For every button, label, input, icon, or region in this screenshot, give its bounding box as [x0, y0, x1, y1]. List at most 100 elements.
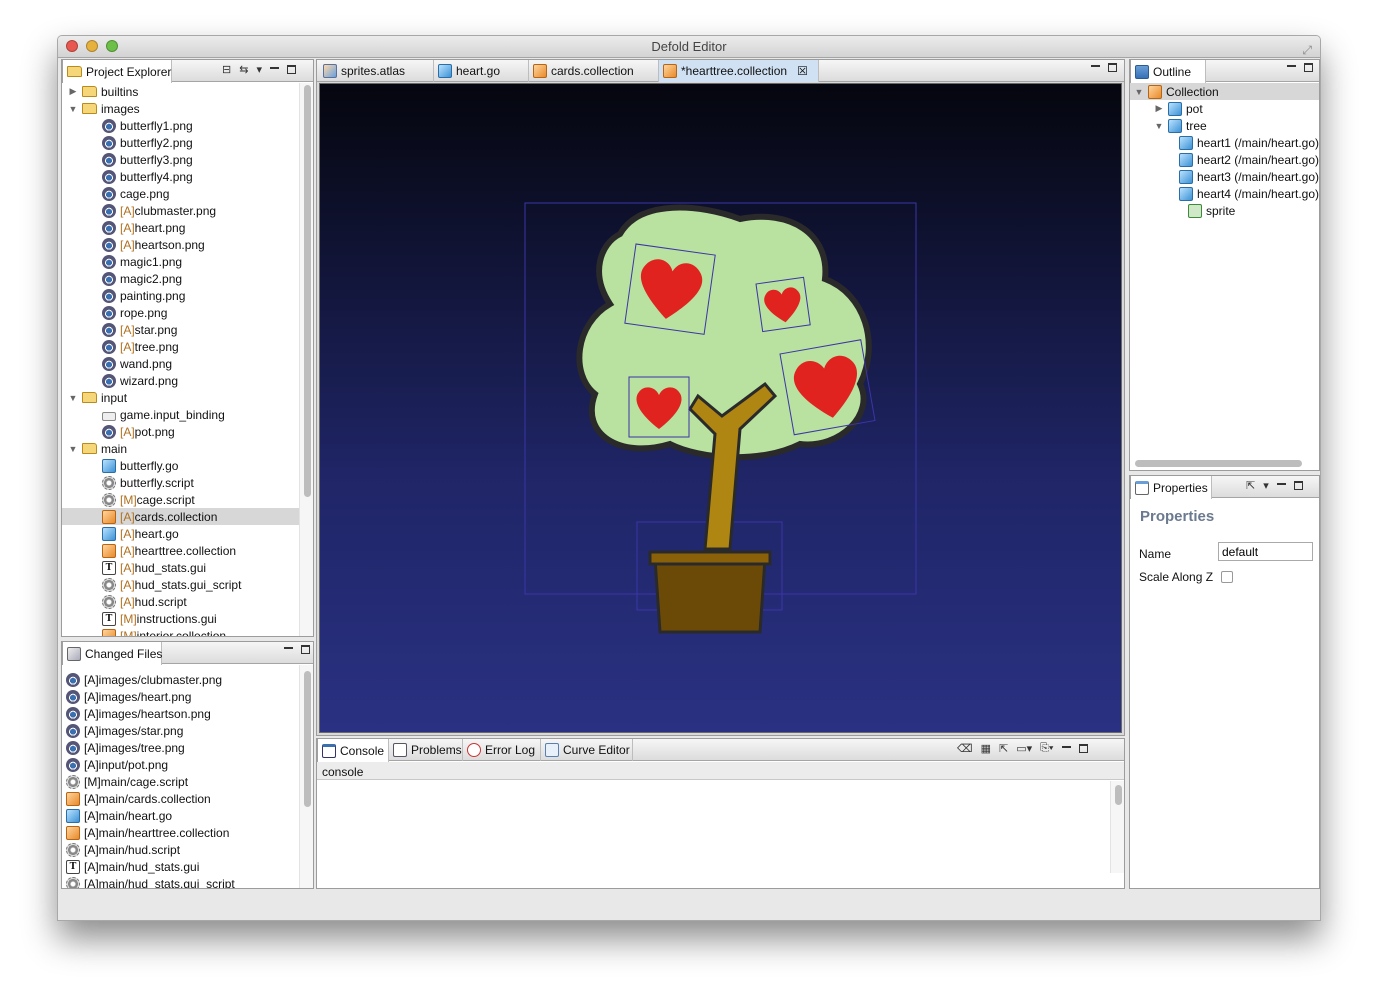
changed-file-item[interactable]: [A]images/heart.png — [62, 688, 299, 705]
tree-item[interactable]: butterfly.go — [62, 457, 299, 474]
expand-arrow-icon[interactable]: ▼ — [68, 104, 78, 114]
changed-file-item[interactable]: [A]images/star.png — [62, 722, 299, 739]
changed-file-item[interactable]: [A]images/tree.png — [62, 739, 299, 756]
tab-project-explorer[interactable]: Project Explorer — [62, 60, 172, 83]
expand-arrow-icon[interactable]: ▶ — [68, 86, 78, 97]
tree-item[interactable]: [A]heartson.png — [62, 236, 299, 253]
clear-console-icon[interactable]: ⌫ — [957, 742, 973, 755]
maximize-icon[interactable] — [1078, 744, 1088, 753]
tree-item[interactable]: ▼ images — [62, 100, 299, 117]
tree-item[interactable]: painting.png — [62, 287, 299, 304]
scroll-lock-icon[interactable]: ▦ — [981, 742, 991, 755]
tree-item[interactable]: [A]hearttree.collection — [62, 542, 299, 559]
outline-item[interactable]: sprite — [1130, 202, 1319, 219]
tree-item[interactable]: game.input_binding — [62, 406, 299, 423]
open-console-icon[interactable]: ⎘▾ — [1040, 742, 1053, 755]
pin-console-icon[interactable]: ⇱ — [999, 742, 1008, 755]
expand-arrow-icon[interactable]: ▶ — [1154, 103, 1164, 114]
tree-item[interactable]: butterfly4.png — [62, 168, 299, 185]
fullscreen-icon[interactable]: ⤢ — [1302, 39, 1312, 61]
close-window-button[interactable] — [66, 40, 78, 52]
tab-properties[interactable]: Properties — [1130, 476, 1212, 499]
tree-item[interactable]: ▼ input — [62, 389, 299, 406]
outline-item[interactable]: heart2 (/main/heart.go) — [1130, 151, 1319, 168]
tree-item[interactable]: [A]heart.go — [62, 525, 299, 542]
tree-item[interactable]: [M]cage.script — [62, 491, 299, 508]
console-output[interactable] — [317, 781, 1110, 873]
outline-item[interactable]: heart1 (/main/heart.go) — [1130, 134, 1319, 151]
tree-item[interactable]: [A]pot.png — [62, 423, 299, 440]
outline-item[interactable]: ▶ pot — [1130, 100, 1319, 117]
tab-changed-files[interactable]: Changed Files — [62, 642, 162, 665]
editor-tab[interactable]: cards.collection — [529, 60, 659, 82]
changed-file-item[interactable]: [A]input/pot.png — [62, 756, 299, 773]
outline-hscroll-thumb[interactable] — [1135, 460, 1302, 467]
outline-item[interactable]: heart3 (/main/heart.go) — [1130, 168, 1319, 185]
link-editor-icon[interactable]: ⇆ — [239, 63, 248, 76]
changed-file-item[interactable]: [A]main/hud.script — [62, 841, 299, 858]
display-console-icon[interactable]: ▭▾ — [1016, 742, 1032, 755]
bottom-tab[interactable]: Error Log — [463, 739, 541, 761]
outline-item[interactable]: ▼ tree — [1130, 117, 1319, 134]
scroll-thumb[interactable] — [304, 85, 311, 497]
tree-item[interactable]: [A]hud_stats.gui_script — [62, 576, 299, 593]
minimize-icon[interactable] — [1287, 64, 1296, 67]
changed-file-item[interactable]: [A]main/hud_stats.gui_script — [62, 875, 299, 888]
maximize-icon[interactable] — [301, 645, 310, 654]
tree-item[interactable]: ▶ builtins — [62, 83, 299, 100]
tree-item[interactable]: ▼ main — [62, 440, 299, 457]
changed-file-item[interactable]: [A]images/heartson.png — [62, 705, 299, 722]
maximize-icon[interactable] — [1293, 481, 1303, 490]
tree-item[interactable]: butterfly2.png — [62, 134, 299, 151]
changed-file-item[interactable]: [A]main/cards.collection — [62, 790, 299, 807]
zoom-window-button[interactable] — [106, 40, 118, 52]
scene-view[interactable] — [319, 83, 1122, 733]
scroll-thumb[interactable] — [304, 671, 311, 807]
tree-item[interactable]: butterfly3.png — [62, 151, 299, 168]
tree-item[interactable]: butterfly1.png — [62, 117, 299, 134]
scroll-thumb[interactable] — [1115, 785, 1122, 805]
bottom-tab[interactable]: Curve Editor — [541, 739, 633, 761]
minimize-icon[interactable] — [1061, 745, 1071, 748]
tree-item[interactable]: rope.png — [62, 304, 299, 321]
outline-item[interactable]: heart4 (/main/heart.go) — [1130, 185, 1319, 202]
maximize-icon[interactable] — [286, 65, 296, 74]
scale-along-z-checkbox[interactable] — [1221, 571, 1233, 583]
minimize-icon[interactable] — [1276, 482, 1286, 485]
tree-item[interactable]: [A]tree.png — [62, 338, 299, 355]
tree-item[interactable]: [A]cards.collection — [62, 508, 299, 525]
tree-item[interactable]: cage.png — [62, 185, 299, 202]
changed-file-item[interactable]: [A]main/heart.go — [62, 807, 299, 824]
changed-files-scrollbar[interactable] — [299, 665, 313, 888]
console-scrollbar[interactable] — [1110, 781, 1124, 873]
maximize-icon[interactable] — [1304, 63, 1313, 72]
name-input[interactable] — [1218, 542, 1313, 561]
bottom-tab[interactable]: Problems — [389, 739, 463, 761]
tree-item[interactable]: wizard.png — [62, 372, 299, 389]
minimize-icon[interactable] — [269, 66, 279, 69]
tree-item[interactable]: [M]interior.collection — [62, 627, 299, 636]
minimize-window-button[interactable] — [86, 40, 98, 52]
tree-item[interactable]: [A]star.png — [62, 321, 299, 338]
tree-item[interactable]: wand.png — [62, 355, 299, 372]
tree-item[interactable]: [A]hud.script — [62, 593, 299, 610]
expand-arrow-icon[interactable]: ▼ — [1134, 87, 1144, 97]
editor-tab[interactable]: *hearttree.collection ☒ — [659, 60, 819, 82]
tree-item[interactable]: butterfly.script — [62, 474, 299, 491]
editor-tab[interactable]: sprites.atlas — [319, 60, 434, 82]
expand-arrow-icon[interactable]: ▼ — [68, 444, 78, 454]
collapse-all-icon[interactable]: ⊟ — [222, 63, 231, 76]
minimize-icon[interactable] — [284, 646, 293, 649]
expand-arrow-icon[interactable]: ▼ — [1154, 121, 1164, 131]
tree-item[interactable]: T [A]hud_stats.gui — [62, 559, 299, 576]
pin-properties-icon[interactable]: ⇱ — [1246, 479, 1255, 492]
tree-item[interactable]: [A]heart.png — [62, 219, 299, 236]
editor-tab[interactable]: heart.go — [434, 60, 529, 82]
project-tree-scrollbar[interactable] — [299, 83, 313, 636]
changed-file-item[interactable]: [A]images/clubmaster.png — [62, 671, 299, 688]
tree-item[interactable]: magic1.png — [62, 253, 299, 270]
changed-file-item[interactable]: [M]main/cage.script — [62, 773, 299, 790]
close-tab-icon[interactable]: ☒ — [797, 64, 808, 78]
minimize-icon[interactable] — [1091, 64, 1100, 67]
changed-file-item[interactable]: [A]main/hearttree.collection — [62, 824, 299, 841]
